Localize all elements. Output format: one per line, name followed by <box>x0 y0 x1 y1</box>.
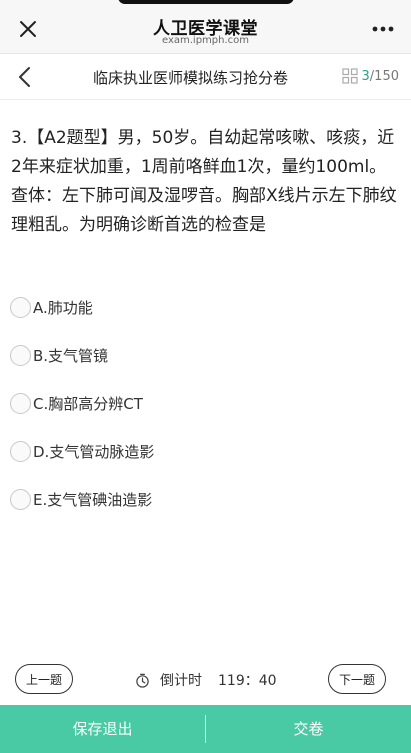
answer-options: A.肺功能 B.支气管镜 C.胸部高分辨CT D.支气管动脉造影 E.支气管碘油… <box>10 283 400 523</box>
countdown-timer: 倒计时 119：40 <box>135 670 277 690</box>
question-text: 3.【A2题型】男，50岁。自幼起常咳嗽、咳痰，近2年来症状加重，1周前咯鲜血1… <box>11 128 397 235</box>
question-controls: 上一题 倒计时 119：40 下一题 <box>0 662 411 698</box>
option-d[interactable]: D.支气管动脉造影 <box>10 427 400 475</box>
prev-question-button[interactable]: 上一题 <box>15 664 73 694</box>
radio-icon[interactable] <box>10 440 31 462</box>
browser-top-bar: 人卫医学课堂 exam.ipmph.com <box>0 0 411 54</box>
timer-value: 119：40 <box>218 673 277 689</box>
save-exit-button[interactable]: 保存退出 <box>0 705 205 753</box>
submit-exam-button[interactable]: 交卷 <box>206 705 411 753</box>
option-label: D.支气管动脉造影 <box>33 442 155 461</box>
site-url: exam.ipmph.com <box>161 35 250 46</box>
option-label: B.支气管镜 <box>33 346 109 365</box>
radio-icon[interactable] <box>10 392 31 414</box>
timer-icon <box>136 673 149 688</box>
option-label: E.支气管碘油造影 <box>33 490 153 509</box>
progress-total: /150 <box>369 68 399 84</box>
radio-icon[interactable] <box>10 344 31 366</box>
question-grid-icon <box>341 68 358 84</box>
page-navbar: 临床执业医师模拟练习抢分卷 3 /150 <box>0 54 411 100</box>
next-question-button[interactable]: 下一题 <box>328 664 386 694</box>
option-a[interactable]: A.肺功能 <box>10 283 400 331</box>
progress-current: 3 <box>361 68 370 84</box>
more-options-icon[interactable] <box>367 16 399 42</box>
bottom-action-bar: 保存退出 交卷 <box>0 705 411 753</box>
option-c[interactable]: C.胸部高分辨CT <box>10 379 400 427</box>
timer-label: 倒计时 <box>160 673 202 689</box>
option-e[interactable]: E.支气管碘油造影 <box>10 475 400 523</box>
page-title: 临床执业医师模拟练习抢分卷 <box>92 69 288 87</box>
option-label: A.肺功能 <box>33 298 93 317</box>
radio-icon[interactable] <box>10 296 31 318</box>
option-label: C.胸部高分辨CT <box>33 394 143 413</box>
back-chevron-icon[interactable] <box>10 63 38 91</box>
radio-icon[interactable] <box>10 488 31 510</box>
question-progress[interactable]: 3 /150 <box>341 68 399 84</box>
device-notch <box>118 0 294 4</box>
option-b[interactable]: B.支气管镜 <box>10 331 400 379</box>
